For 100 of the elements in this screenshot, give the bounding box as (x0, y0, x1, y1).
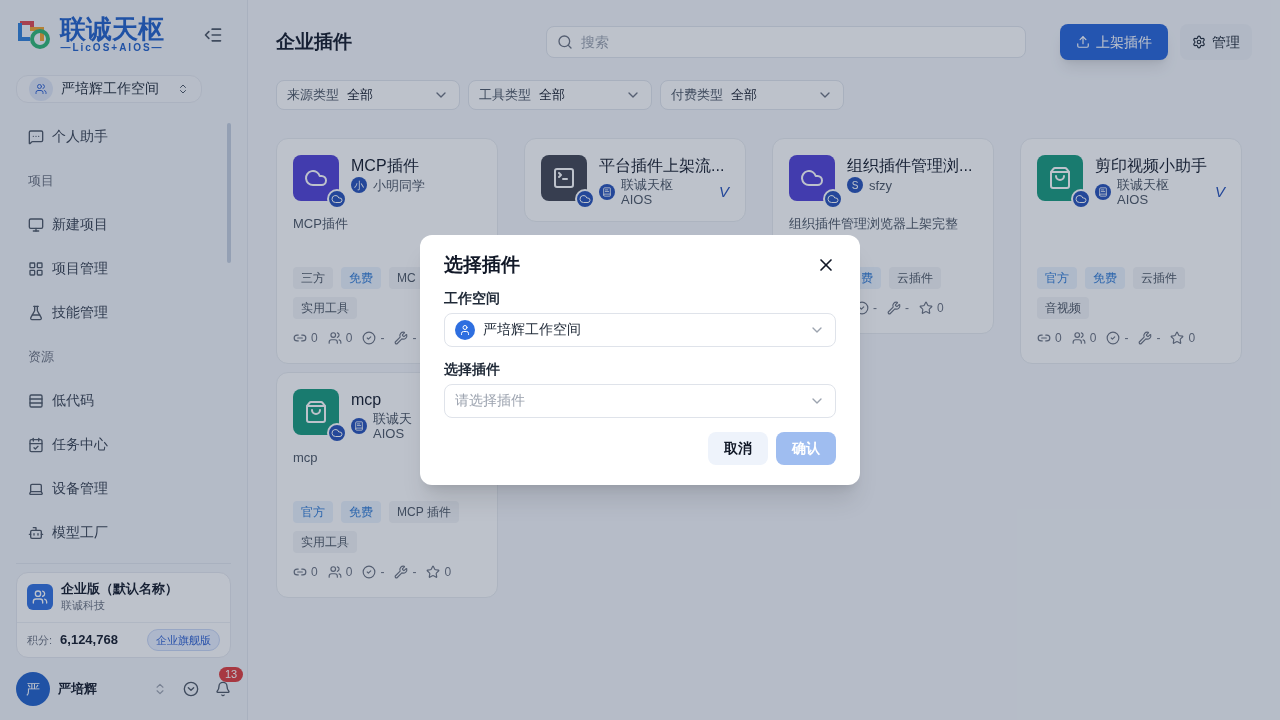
plugin-tag: 官方 (293, 501, 333, 523)
users-icon (1071, 331, 1086, 345)
users-icon (327, 331, 342, 345)
author-avatar: S (847, 177, 863, 193)
wrench-icon (1138, 331, 1153, 345)
nav-item[interactable]: 新建项目 (16, 202, 227, 247)
flask-icon (28, 304, 44, 321)
author-name: 小明同学 (373, 177, 426, 193)
plugin-description: 组织插件管理浏览器上架完整 (789, 215, 959, 233)
chat-icon (28, 128, 44, 145)
user-avatar[interactable]: 严 (16, 672, 50, 706)
author-name: sfzy (869, 177, 894, 193)
nav-item[interactable]: 任务中心 (16, 422, 227, 467)
nav-item[interactable]: 技能管理 (16, 290, 227, 335)
stat-value: 0 (937, 300, 944, 317)
monitor-icon (28, 216, 44, 233)
logo-title: 联诚天枢 (60, 16, 164, 42)
plugin-card[interactable]: 平台插件上架流... 联诚天枢 AIOS V (524, 138, 746, 222)
plugin-tag: 免费 (341, 501, 381, 523)
logo-subtitle: —LicOS+AIOS— (60, 42, 164, 55)
cloud-badge-icon (327, 423, 347, 443)
nav-item[interactable]: 模型工厂 (16, 510, 227, 555)
scrollbar[interactable] (227, 122, 231, 263)
link-icon (1037, 331, 1051, 345)
stat-value: 0 (1188, 330, 1196, 347)
cloud-badge-icon (1071, 189, 1091, 209)
org-avatar (27, 584, 53, 611)
plugin-description: mcp (293, 449, 319, 467)
dropdown-icon[interactable] (183, 681, 199, 697)
book-icon (351, 418, 367, 434)
nav-section-label: 资源 (27, 348, 55, 366)
plugin-tag: 音视频 (1037, 297, 1089, 319)
upload-button[interactable]: 上架插件 (1060, 24, 1168, 60)
plugin-title: 剪印视频小助手 (1095, 156, 1207, 176)
robot-icon (28, 524, 44, 541)
upload-icon (1076, 35, 1090, 49)
stat-value: 0 (345, 564, 353, 581)
stat-value: - (1124, 330, 1129, 347)
settings-icon (1192, 35, 1206, 49)
stat-value: - (380, 330, 385, 347)
wrench-icon (394, 565, 409, 579)
star-icon (919, 301, 933, 315)
page-title: 企业插件 (276, 29, 353, 54)
plugin-tag: 官方 (1037, 267, 1077, 289)
plan-badge: 企业旗舰版 (147, 628, 220, 651)
org-name: 企业版（默认名称） (61, 580, 178, 597)
plugin-tag: 三方 (293, 267, 333, 289)
user-name: 严培辉 (58, 680, 97, 699)
stat-value: 0 (444, 564, 452, 581)
stat-value: 0 (1089, 330, 1097, 347)
book-icon (599, 184, 615, 200)
verified-mark: V (719, 181, 729, 202)
nav-item[interactable]: 低代码 (16, 378, 227, 423)
nav-item[interactable]: 设备管理 (16, 466, 227, 511)
sort-icon (177, 82, 189, 95)
nav-item[interactable]: 项目管理 (16, 246, 227, 291)
plugin-tag: 实用工具 (293, 531, 357, 553)
plugin-tag: 实用工具 (293, 297, 357, 319)
author-name: 联诚天 AIOS (373, 411, 413, 441)
plugin-tag: MCP 插件 (389, 501, 459, 523)
stat-value: - (873, 300, 877, 317)
filter-select[interactable]: 工具类型 全部 (468, 80, 652, 110)
verified-mark: V (1215, 181, 1225, 202)
bag-icon (304, 400, 328, 424)
workspace-switcher[interactable]: 严培辉工作空间 (16, 74, 202, 103)
filter-select[interactable]: 付费类型 全部 (660, 80, 844, 110)
points-value: 6,124,768 (60, 631, 118, 649)
link-icon (293, 565, 307, 579)
grid-icon (28, 260, 44, 277)
nav-item[interactable]: 个人助手 (16, 114, 227, 159)
check-circle-icon (1106, 331, 1121, 345)
cloud-badge-icon (327, 189, 347, 209)
list-icon (28, 392, 44, 409)
plugin-tag: 免费 (341, 267, 381, 289)
author-name: 联诚天枢 AIOS (621, 177, 674, 207)
star-icon (426, 565, 441, 579)
stat-value: 0 (311, 564, 318, 581)
bag-icon (1048, 166, 1072, 190)
org-company: 联诚科技 (61, 598, 106, 613)
link-icon (293, 331, 307, 345)
points-label: 积分: (27, 632, 53, 648)
plugin-title: 组织插件管理浏... (847, 156, 973, 176)
cloud-badge-icon (823, 189, 843, 209)
author-name: 联诚天枢 AIOS (1117, 177, 1170, 207)
stat-value: 0 (1055, 330, 1062, 347)
plugin-card[interactable]: 剪印视频小助手 联诚天枢 AIOS V 官方 免费 云插件 音视频 0 0 - - 0 (1020, 138, 1242, 364)
bell-icon[interactable] (215, 681, 231, 697)
filter-select[interactable]: 来源类型 全部 (276, 80, 460, 110)
cancel-button[interactable]: 取消 (708, 431, 768, 465)
wrench-icon (394, 331, 409, 345)
plugin-title: MCP插件 (351, 156, 419, 176)
plugin-title: mcp (351, 390, 382, 410)
workspace-select[interactable]: 严培辉工作空间 (444, 312, 836, 347)
author-avatar: 小 (351, 177, 367, 193)
cloud-badge-icon (575, 189, 595, 209)
plugin-tag: 免费 (1085, 267, 1125, 289)
workspace-avatar (29, 76, 53, 101)
search-icon (557, 34, 573, 50)
field-label: 工作空间 (444, 288, 501, 308)
manage-button[interactable]: 管理 (1180, 24, 1252, 60)
